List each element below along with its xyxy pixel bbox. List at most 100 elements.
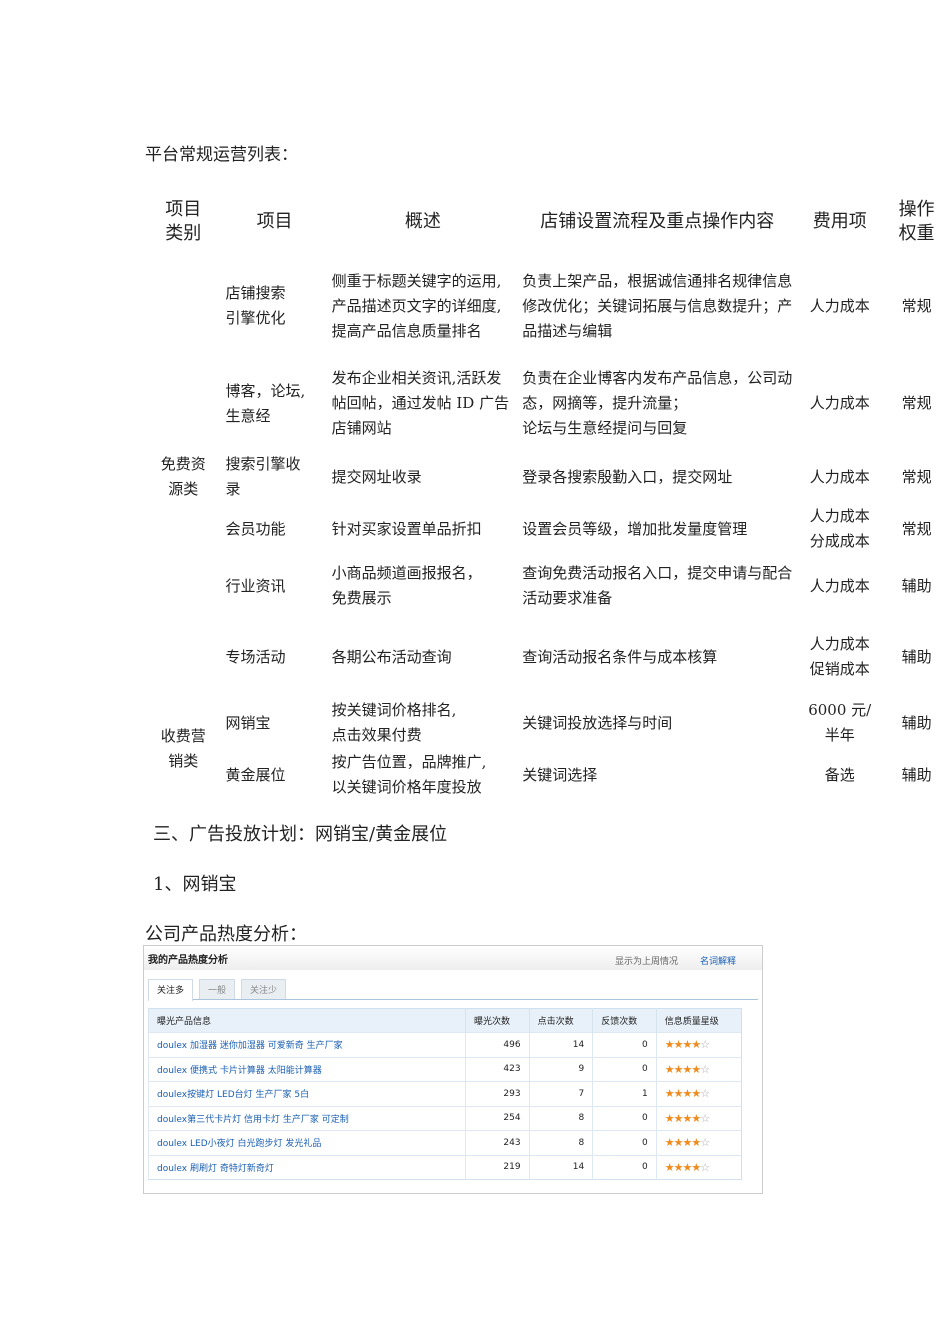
document-page: 平台常规运营列表： 项目 类别 项目 概述 店铺设置流程及重点操作内容 费用项 操作 权重… xyxy=(0,0,950,1344)
process-cell: 关键词投放选择与时间 xyxy=(522,713,673,732)
weight-cell: 辅助 xyxy=(901,713,932,732)
star-rating: ★★★★☆ xyxy=(655,1130,742,1155)
product-link[interactable]: doulex LED小夜灯 白光跑步灯 发光礼品 xyxy=(148,1130,466,1155)
col-product: 曝光产品信息 xyxy=(148,1008,466,1033)
feedback-count: 0 xyxy=(592,1154,657,1180)
click-count: 7 xyxy=(528,1081,593,1106)
cost-cell: 人力成本 xyxy=(809,296,870,315)
summary-cell: 提交网址收录 xyxy=(331,467,422,486)
glossary-link[interactable]: 名词解释 xyxy=(700,954,736,967)
subsection-heading: 1、网销宝 xyxy=(153,874,237,895)
category-cell: 免费资 源类 xyxy=(160,454,206,498)
table-row: 专场活动 各期公布活动查询 查询活动报名条件与成本核算 人力成本 促销成本 辅助 xyxy=(145,617,950,697)
tab-least[interactable]: 关注少 xyxy=(241,979,287,999)
product-link[interactable]: doulex 加湿器 迷你加湿器 可爱新奇 生产厂家 xyxy=(148,1032,466,1057)
item-cell: 行业资讯 xyxy=(225,576,286,595)
click-count: 8 xyxy=(528,1105,593,1131)
product-heat-screenshot: 我的产品热度分析 显示为上周情况 名词解释 关注多 一般 关注少 曝光产品信息 … xyxy=(143,945,763,1194)
exposure-count: 243 xyxy=(465,1130,530,1155)
header-cell: 费用项 xyxy=(812,211,867,232)
process-cell: 负责上架产品，根据诚信通排名规律信息修改优化；关键词拓展与信息数提升；产品描述与… xyxy=(522,271,793,340)
item-cell: 专场活动 xyxy=(225,647,286,666)
cost-cell: 人力成本 促销成本 xyxy=(809,635,870,678)
exposure-count: 496 xyxy=(465,1032,530,1057)
table-row: 博客，论坛, 生意经 发布企业相关资讯,活跃发帖回帖，通过发帖 ID 广告店铺网站… xyxy=(145,356,950,451)
star-rating: ★★★★☆ xyxy=(655,1032,742,1057)
col-feedback: 反馈次数 xyxy=(592,1008,657,1033)
table-row: 黄金展位 按广告位置，品牌推广, 以关键词价格年度投放 关键词选择 备选 辅助 xyxy=(145,749,950,801)
product-row: doulex 便携式 卡片计算器 太阳能计算器 423 9 0 ★★★★☆ xyxy=(148,1056,742,1082)
item-cell: 博客，论坛, 生意经 xyxy=(225,381,306,425)
star-icons: ★★★★☆ xyxy=(664,1062,710,1076)
cost-cell: 人力成本 xyxy=(809,467,870,486)
item-cell: 网销宝 xyxy=(225,713,271,732)
product-link[interactable]: doulex 刷刷灯 奇特灯新奇灯 xyxy=(148,1154,466,1180)
product-table: 曝光产品信息 曝光次数 点击次数 反馈次数 信息质量星级 doulex 加湿器 … xyxy=(148,1008,742,1180)
product-link[interactable]: doulex 便携式 卡片计算器 太阳能计算器 xyxy=(148,1056,466,1082)
star-rating: ★★★★☆ xyxy=(655,1154,742,1180)
feedback-count: 0 xyxy=(592,1056,657,1082)
product-row: doulex 加湿器 迷你加湿器 可爱新奇 生产厂家 496 14 0 ★★★★☆ xyxy=(148,1032,742,1057)
header-cell: 操作 权重 xyxy=(898,199,935,244)
star-rating: ★★★★☆ xyxy=(655,1105,742,1131)
col-stars: 信息质量星级 xyxy=(655,1008,742,1033)
product-link[interactable]: doulex第三代卡片灯 信用卡灯 生产厂家 可定制 xyxy=(148,1105,466,1131)
click-count: 8 xyxy=(528,1130,593,1155)
star-icons: ★★★★☆ xyxy=(664,1160,710,1174)
product-link[interactable]: doulex按键灯 LED台灯 生产厂家 5白 xyxy=(148,1081,466,1106)
product-row: doulex LED小夜灯 白光跑步灯 发光礼品 243 8 0 ★★★★☆ xyxy=(148,1130,742,1155)
cost-cell: 人力成本 分成成本 xyxy=(809,507,870,550)
process-cell: 设置会员等级，增加批发量度管理 xyxy=(522,519,748,538)
exposure-count: 423 xyxy=(465,1056,530,1082)
header-cell: 店铺设置流程及重点操作内容 xyxy=(540,211,775,232)
feedback-count: 0 xyxy=(592,1130,657,1155)
weight-cell: 常规 xyxy=(901,394,932,412)
table-row: 免费资 源类 店铺搜索 引擎优化 侧重于标题关键字的运用,产品描述页文字的详细度,提… xyxy=(145,256,950,498)
feedback-count: 1 xyxy=(592,1081,657,1106)
summary-cell: 各期公布活动查询 xyxy=(331,647,452,666)
product-row: doulex第三代卡片灯 信用卡灯 生产厂家 可定制 254 8 0 ★★★★☆ xyxy=(148,1105,742,1131)
exposure-count: 219 xyxy=(465,1154,530,1180)
star-rating: ★★★★☆ xyxy=(655,1056,742,1082)
weight-cell: 辅助 xyxy=(901,765,932,784)
click-count: 9 xyxy=(528,1056,593,1082)
exposure-count: 293 xyxy=(465,1081,530,1106)
weight-cell: 辅助 xyxy=(901,647,932,666)
summary-cell: 按关键词价格排名, 点击效果付费 xyxy=(331,701,457,744)
item-cell: 搜索引擎收 录 xyxy=(225,455,301,498)
star-icons: ★★★★☆ xyxy=(664,1111,710,1125)
item-cell: 会员功能 xyxy=(225,519,286,538)
process-cell: 登录各搜索殷勤入口，提交网址 xyxy=(522,467,733,486)
star-icons: ★★★★☆ xyxy=(664,1038,710,1052)
category-cell: 收费营 销类 xyxy=(160,727,206,770)
tab-bar: 关注多 一般 关注少 xyxy=(148,979,758,1001)
table-row: 会员功能 针对买家设置单品折扣 设置会员等级，增加批发量度管理 人力成本 分成成本 常规 xyxy=(145,503,950,555)
cost-cell: 人力成本 xyxy=(809,576,870,595)
tab-normal[interactable]: 一般 xyxy=(199,979,236,999)
star-icons: ★★★★☆ xyxy=(664,1136,710,1150)
item-cell: 店铺搜索 引擎优化 xyxy=(225,284,286,327)
header-cell: 项目 类别 xyxy=(165,199,202,244)
table-row: 行业资讯 小商品频道画报报名， 免费展示 查询免费活动报名入口，提交申请与配合活动要… xyxy=(145,555,950,617)
exposure-count: 254 xyxy=(465,1105,530,1131)
table-row: 搜索引擎收 录 提交网址收录 登录各搜索殷勤入口，提交网址 人力成本 常规 xyxy=(145,451,950,503)
click-count: 14 xyxy=(528,1032,593,1057)
feedback-count: 0 xyxy=(592,1032,657,1057)
weight-cell: 常规 xyxy=(901,519,932,538)
summary-cell: 发布企业相关资讯,活跃发帖回帖，通过发帖 ID 广告店铺网站 xyxy=(331,369,510,437)
tab-most[interactable]: 关注多 xyxy=(148,979,194,1001)
product-row: doulex 刷刷灯 奇特灯新奇灯 219 14 0 ★★★★☆ xyxy=(148,1154,742,1180)
col-exposure: 曝光次数 xyxy=(465,1008,530,1033)
summary-cell: 侧重于标题关键字的运用,产品描述页文字的详细度,提高产品信息质量排名 xyxy=(331,271,502,340)
table-row: 收费营 销类 网销宝 按关键词价格排名, 点击效果付费 关键词投放选择与时间 6000 … xyxy=(145,697,950,770)
period-note: 显示为上周情况 xyxy=(614,957,678,967)
cost-cell: 备选 xyxy=(824,765,855,784)
cost-cell: 6000 元/ 半年 xyxy=(808,701,872,744)
feedback-count: 0 xyxy=(592,1105,657,1131)
process-cell: 查询免费活动报名入口，提交申请与配合活动要求准备 xyxy=(522,564,793,607)
cost-cell: 人力成本 xyxy=(809,394,870,412)
panel-title: 我的产品热度分析 xyxy=(148,955,228,966)
analysis-heading: 公司产品热度分析： xyxy=(145,924,307,945)
operations-table: 项目 类别 项目 概述 店铺设置流程及重点操作内容 费用项 操作 权重 免费资 源类 店铺搜索… xyxy=(145,188,950,801)
header-cell: 项目 xyxy=(256,211,293,232)
